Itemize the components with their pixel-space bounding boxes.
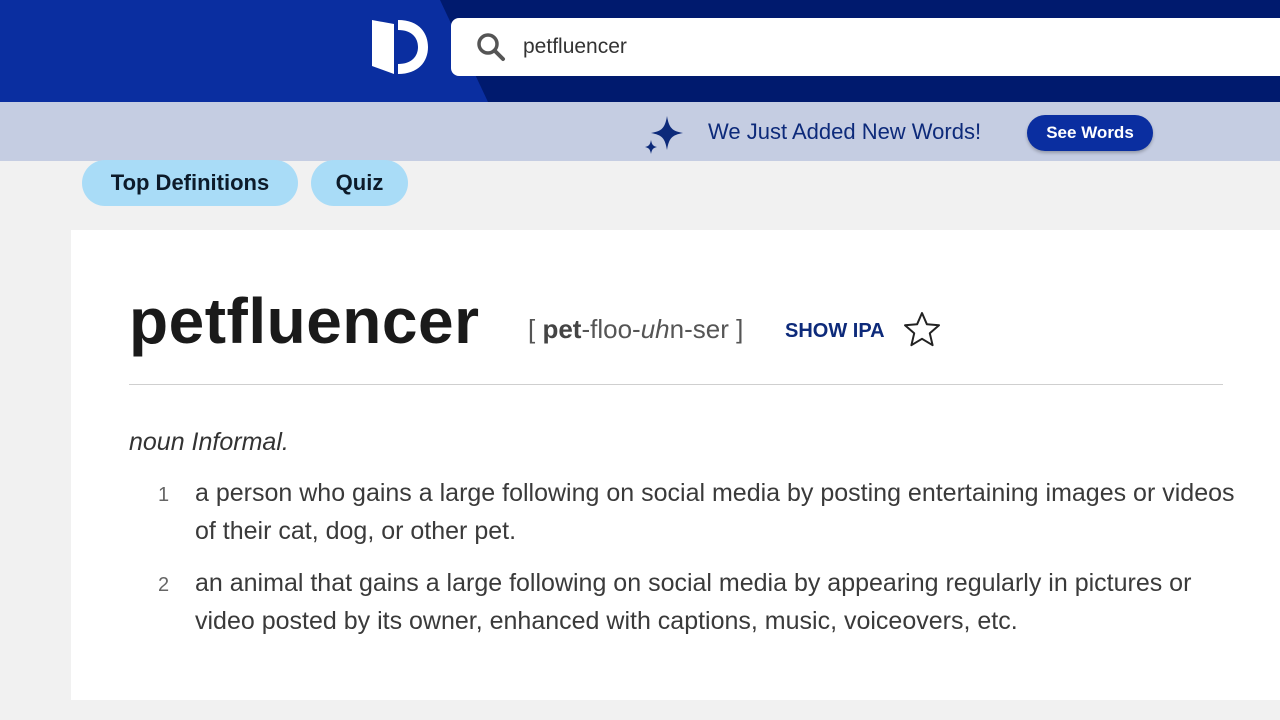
headword: petfluencer [129, 285, 480, 357]
part-of-speech: noun Informal. [129, 428, 289, 456]
tab-quiz[interactable]: Quiz [311, 160, 408, 206]
pron-open-bracket: [ [528, 314, 543, 344]
announcement-text: We Just Added New Words! [708, 119, 982, 144]
definition-number: 1 [158, 484, 170, 506]
definition-text: an animal that gains a large following o… [195, 569, 1192, 635]
definition-number: 2 [158, 574, 170, 596]
pron-middle: -floo- [581, 314, 641, 344]
search-icon[interactable] [475, 31, 507, 63]
pronunciation: [ pet-floo-uhn-ser ] [528, 314, 743, 345]
definition-text: a person who gains a large following on … [195, 479, 1235, 545]
pron-close-bracket: ] [728, 314, 744, 344]
pron-rest: n-ser [669, 314, 729, 344]
sparkle-icon [645, 116, 683, 154]
pron-stressed: pet [542, 314, 582, 344]
tab-top-definitions[interactable]: Top Definitions [82, 160, 298, 206]
search-input[interactable] [523, 18, 1223, 76]
search-bar[interactable] [451, 18, 1280, 76]
pron-italic: uh [640, 314, 670, 344]
see-words-button[interactable]: See Words [1027, 115, 1153, 151]
dictionary-logo-icon[interactable] [368, 14, 430, 80]
star-outline-icon[interactable] [902, 310, 942, 350]
show-ipa-button[interactable]: SHOW IPA [785, 320, 885, 343]
entry-divider [129, 384, 1223, 385]
